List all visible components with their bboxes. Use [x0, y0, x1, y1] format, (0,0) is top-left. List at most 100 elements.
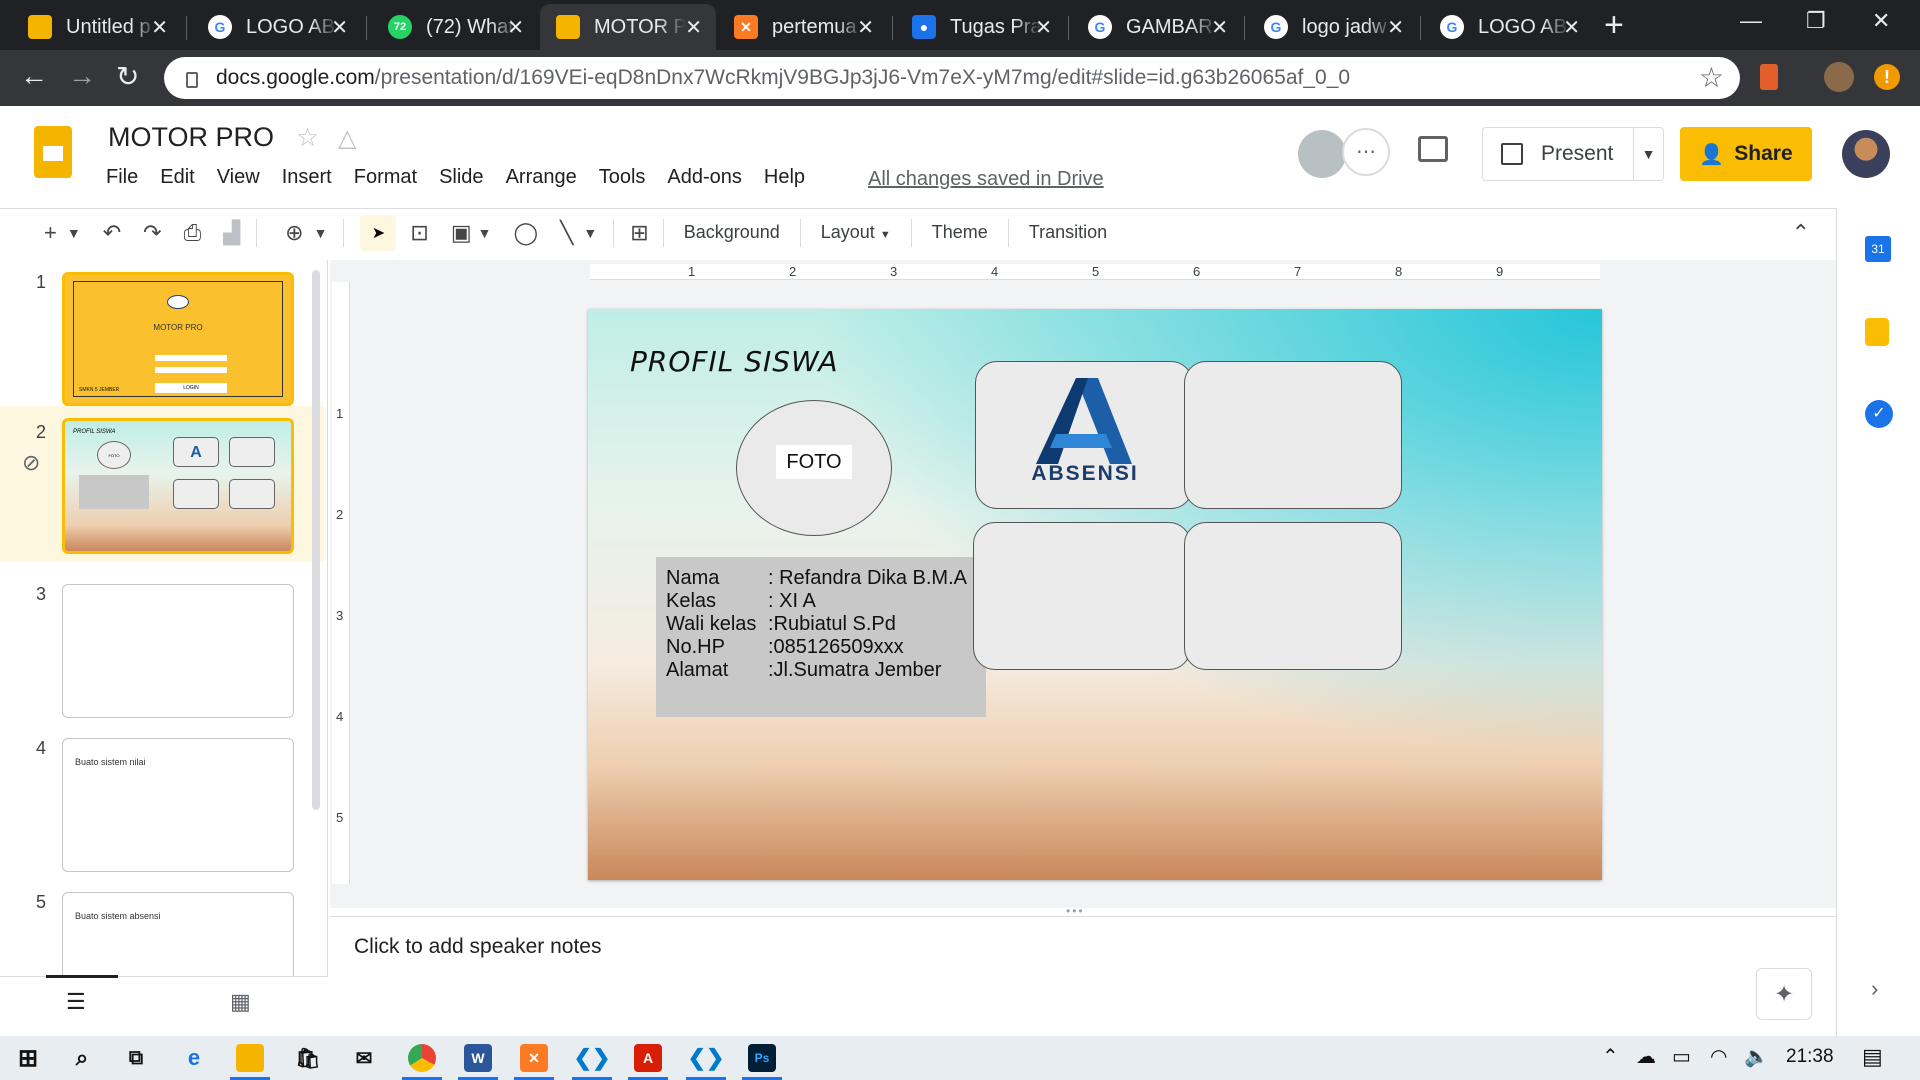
browser-tab[interactable]: G LOGO AB ✕: [1424, 4, 1594, 50]
theme-button[interactable]: Theme: [932, 222, 988, 243]
new-slide-dropdown-icon[interactable]: ▼: [67, 225, 81, 241]
menu-slide[interactable]: Slide: [439, 166, 483, 189]
close-icon[interactable]: ✕: [857, 15, 874, 40]
menu-insert[interactable]: Insert: [282, 166, 332, 189]
new-slide-icon[interactable]: +: [44, 220, 57, 246]
filmstrip-slide-3[interactable]: 3: [0, 572, 324, 718]
shape-icon[interactable]: ◯: [514, 220, 539, 246]
empty-card[interactable]: [973, 522, 1191, 670]
taskbar-clock[interactable]: 21:38: [1786, 1046, 1834, 1068]
zoom-dropdown-icon[interactable]: ▼: [314, 225, 328, 241]
file-explorer-icon[interactable]: [230, 1044, 270, 1080]
url-text[interactable]: docs.google.com/presentation/d/169VEi-eq…: [216, 66, 1350, 90]
windows-start-icon[interactable]: ⊞: [14, 1044, 42, 1072]
slide-thumbnail[interactable]: PROFIL SISWA FOTO A: [62, 418, 294, 554]
select-cursor-icon[interactable]: ➤: [360, 214, 397, 251]
browser-tab[interactable]: 72 (72) What ✕: [372, 4, 538, 50]
present-dropdown-icon[interactable]: ▼: [1633, 128, 1663, 180]
store-icon[interactable]: 🛍: [294, 1044, 322, 1072]
slide-canvas[interactable]: PROFIL SISWA FOTO Nama : Refandra Dika B…: [588, 309, 1602, 880]
print-icon[interactable]: ⎙: [184, 220, 202, 246]
close-icon[interactable]: ✕: [331, 15, 348, 40]
expand-panel-icon[interactable]: ›: [1871, 976, 1878, 1002]
chrome-icon[interactable]: [402, 1044, 442, 1080]
forward-icon[interactable]: →: [68, 60, 96, 92]
window-close-icon[interactable]: ✕: [1872, 8, 1890, 34]
edge-icon[interactable]: e: [180, 1044, 208, 1072]
slide-thumbnail[interactable]: [62, 584, 294, 718]
task-view-icon[interactable]: ⧉: [122, 1044, 150, 1072]
menu-tools[interactable]: Tools: [599, 166, 646, 189]
explore-button[interactable]: ✦: [1756, 968, 1812, 1020]
minimize-icon[interactable]: —: [1740, 8, 1762, 34]
filmstrip-slide-5[interactable]: 5 Buato sistem absensi: [0, 880, 324, 978]
word-icon[interactable]: W: [458, 1044, 498, 1080]
close-icon[interactable]: ✕: [685, 15, 702, 40]
menu-help[interactable]: Help: [764, 166, 805, 189]
image-icon[interactable]: ▣: [451, 220, 472, 246]
speaker-notes[interactable]: Click to add speaker notes: [330, 916, 1836, 1036]
slide-thumbnail[interactable]: Buato sistem nilai: [62, 738, 294, 872]
collaborator-avatar[interactable]: [1298, 130, 1346, 178]
tasks-icon[interactable]: ✓: [1865, 400, 1893, 428]
close-icon[interactable]: ✕: [507, 15, 524, 40]
browser-tab-active[interactable]: MOTOR P ✕: [540, 4, 716, 50]
present-button[interactable]: Present ▼: [1482, 127, 1664, 181]
bookmark-star-icon[interactable]: ☆: [1699, 61, 1724, 94]
browser-tab[interactable]: ✕ pertemua ✕: [718, 4, 888, 50]
search-icon[interactable]: ⌕: [68, 1044, 96, 1072]
layout-button[interactable]: Layout ▼: [821, 222, 891, 243]
keep-icon[interactable]: [1865, 318, 1889, 346]
profile-avatar[interactable]: [1824, 62, 1854, 92]
text-box-icon[interactable]: ⊡: [410, 220, 428, 246]
menu-addons[interactable]: Add-ons: [667, 166, 742, 189]
menu-view[interactable]: View: [217, 166, 260, 189]
paint-format-icon[interactable]: ▟: [223, 220, 240, 246]
browser-tab[interactable]: G LOGO ABS ✕: [192, 4, 362, 50]
chat-icon[interactable]: ⋯: [1342, 128, 1390, 176]
empty-card[interactable]: [1184, 361, 1402, 509]
close-icon[interactable]: ✕: [1035, 15, 1052, 40]
photo-label[interactable]: FOTO: [776, 445, 852, 479]
new-tab-button[interactable]: +: [1604, 6, 1624, 45]
menu-file[interactable]: File: [106, 166, 138, 189]
comment-icon[interactable]: [1418, 136, 1448, 162]
star-icon[interactable]: ☆: [296, 122, 319, 153]
calendar-icon[interactable]: 31: [1865, 236, 1891, 262]
comment-add-icon[interactable]: ⊞: [630, 220, 648, 246]
browser-tab[interactable]: G logo jadw ✕: [1248, 4, 1418, 50]
image-dropdown-icon[interactable]: ▼: [478, 225, 492, 241]
close-icon[interactable]: ✕: [1387, 15, 1404, 40]
slide-thumbnail[interactable]: MOTOR PRO LOGIN SMKN 5 JEMBER: [62, 272, 294, 406]
browser-tab[interactable]: ● Tugas Pra ✕: [896, 4, 1066, 50]
speaker-notes-placeholder[interactable]: Click to add speaker notes: [354, 935, 601, 959]
undo-icon[interactable]: ↶: [103, 220, 121, 246]
omnibox[interactable]: docs.google.com/presentation/d/169VEi-eq…: [164, 57, 1740, 99]
menu-edit[interactable]: Edit: [160, 166, 194, 189]
move-to-drive-icon[interactable]: △: [338, 124, 356, 153]
logo-card[interactable]: ABSENSI: [975, 361, 1193, 509]
volume-icon[interactable]: 🔈: [1744, 1044, 1769, 1069]
save-status[interactable]: All changes saved in Drive: [868, 168, 1104, 191]
menu-format[interactable]: Format: [354, 166, 417, 189]
menu-arrange[interactable]: Arrange: [506, 166, 577, 189]
account-avatar[interactable]: [1842, 130, 1890, 178]
share-button[interactable]: 👤 Share: [1680, 127, 1812, 181]
browser-tab[interactable]: G GAMBAR ✕: [1072, 4, 1242, 50]
photoshop-icon[interactable]: Ps: [742, 1044, 782, 1080]
vscode-icon[interactable]: ❮❯: [572, 1044, 612, 1080]
line-icon[interactable]: ╲: [560, 220, 573, 246]
student-info-box[interactable]: Nama : Refandra Dika B.M.A Kelas : XI A …: [656, 557, 986, 717]
slide-title[interactable]: PROFIL SISWA: [630, 345, 839, 378]
close-icon[interactable]: ✕: [1563, 15, 1580, 40]
slides-logo-icon[interactable]: [34, 126, 72, 178]
filmstrip-scrollbar[interactable]: [312, 270, 320, 810]
slide-thumbnail[interactable]: Buato sistem absensi: [62, 892, 294, 978]
filmstrip-slide-1[interactable]: 1 MOTOR PRO LOGIN SMKN 5 JEMBER: [0, 260, 324, 406]
restore-icon[interactable]: ❐: [1806, 8, 1826, 34]
vscode-icon[interactable]: ❮❯: [686, 1044, 726, 1080]
empty-card[interactable]: [1184, 522, 1402, 670]
back-icon[interactable]: ←: [20, 60, 48, 92]
notification-icon[interactable]: ▤: [1862, 1044, 1883, 1070]
background-button[interactable]: Background: [684, 222, 780, 243]
